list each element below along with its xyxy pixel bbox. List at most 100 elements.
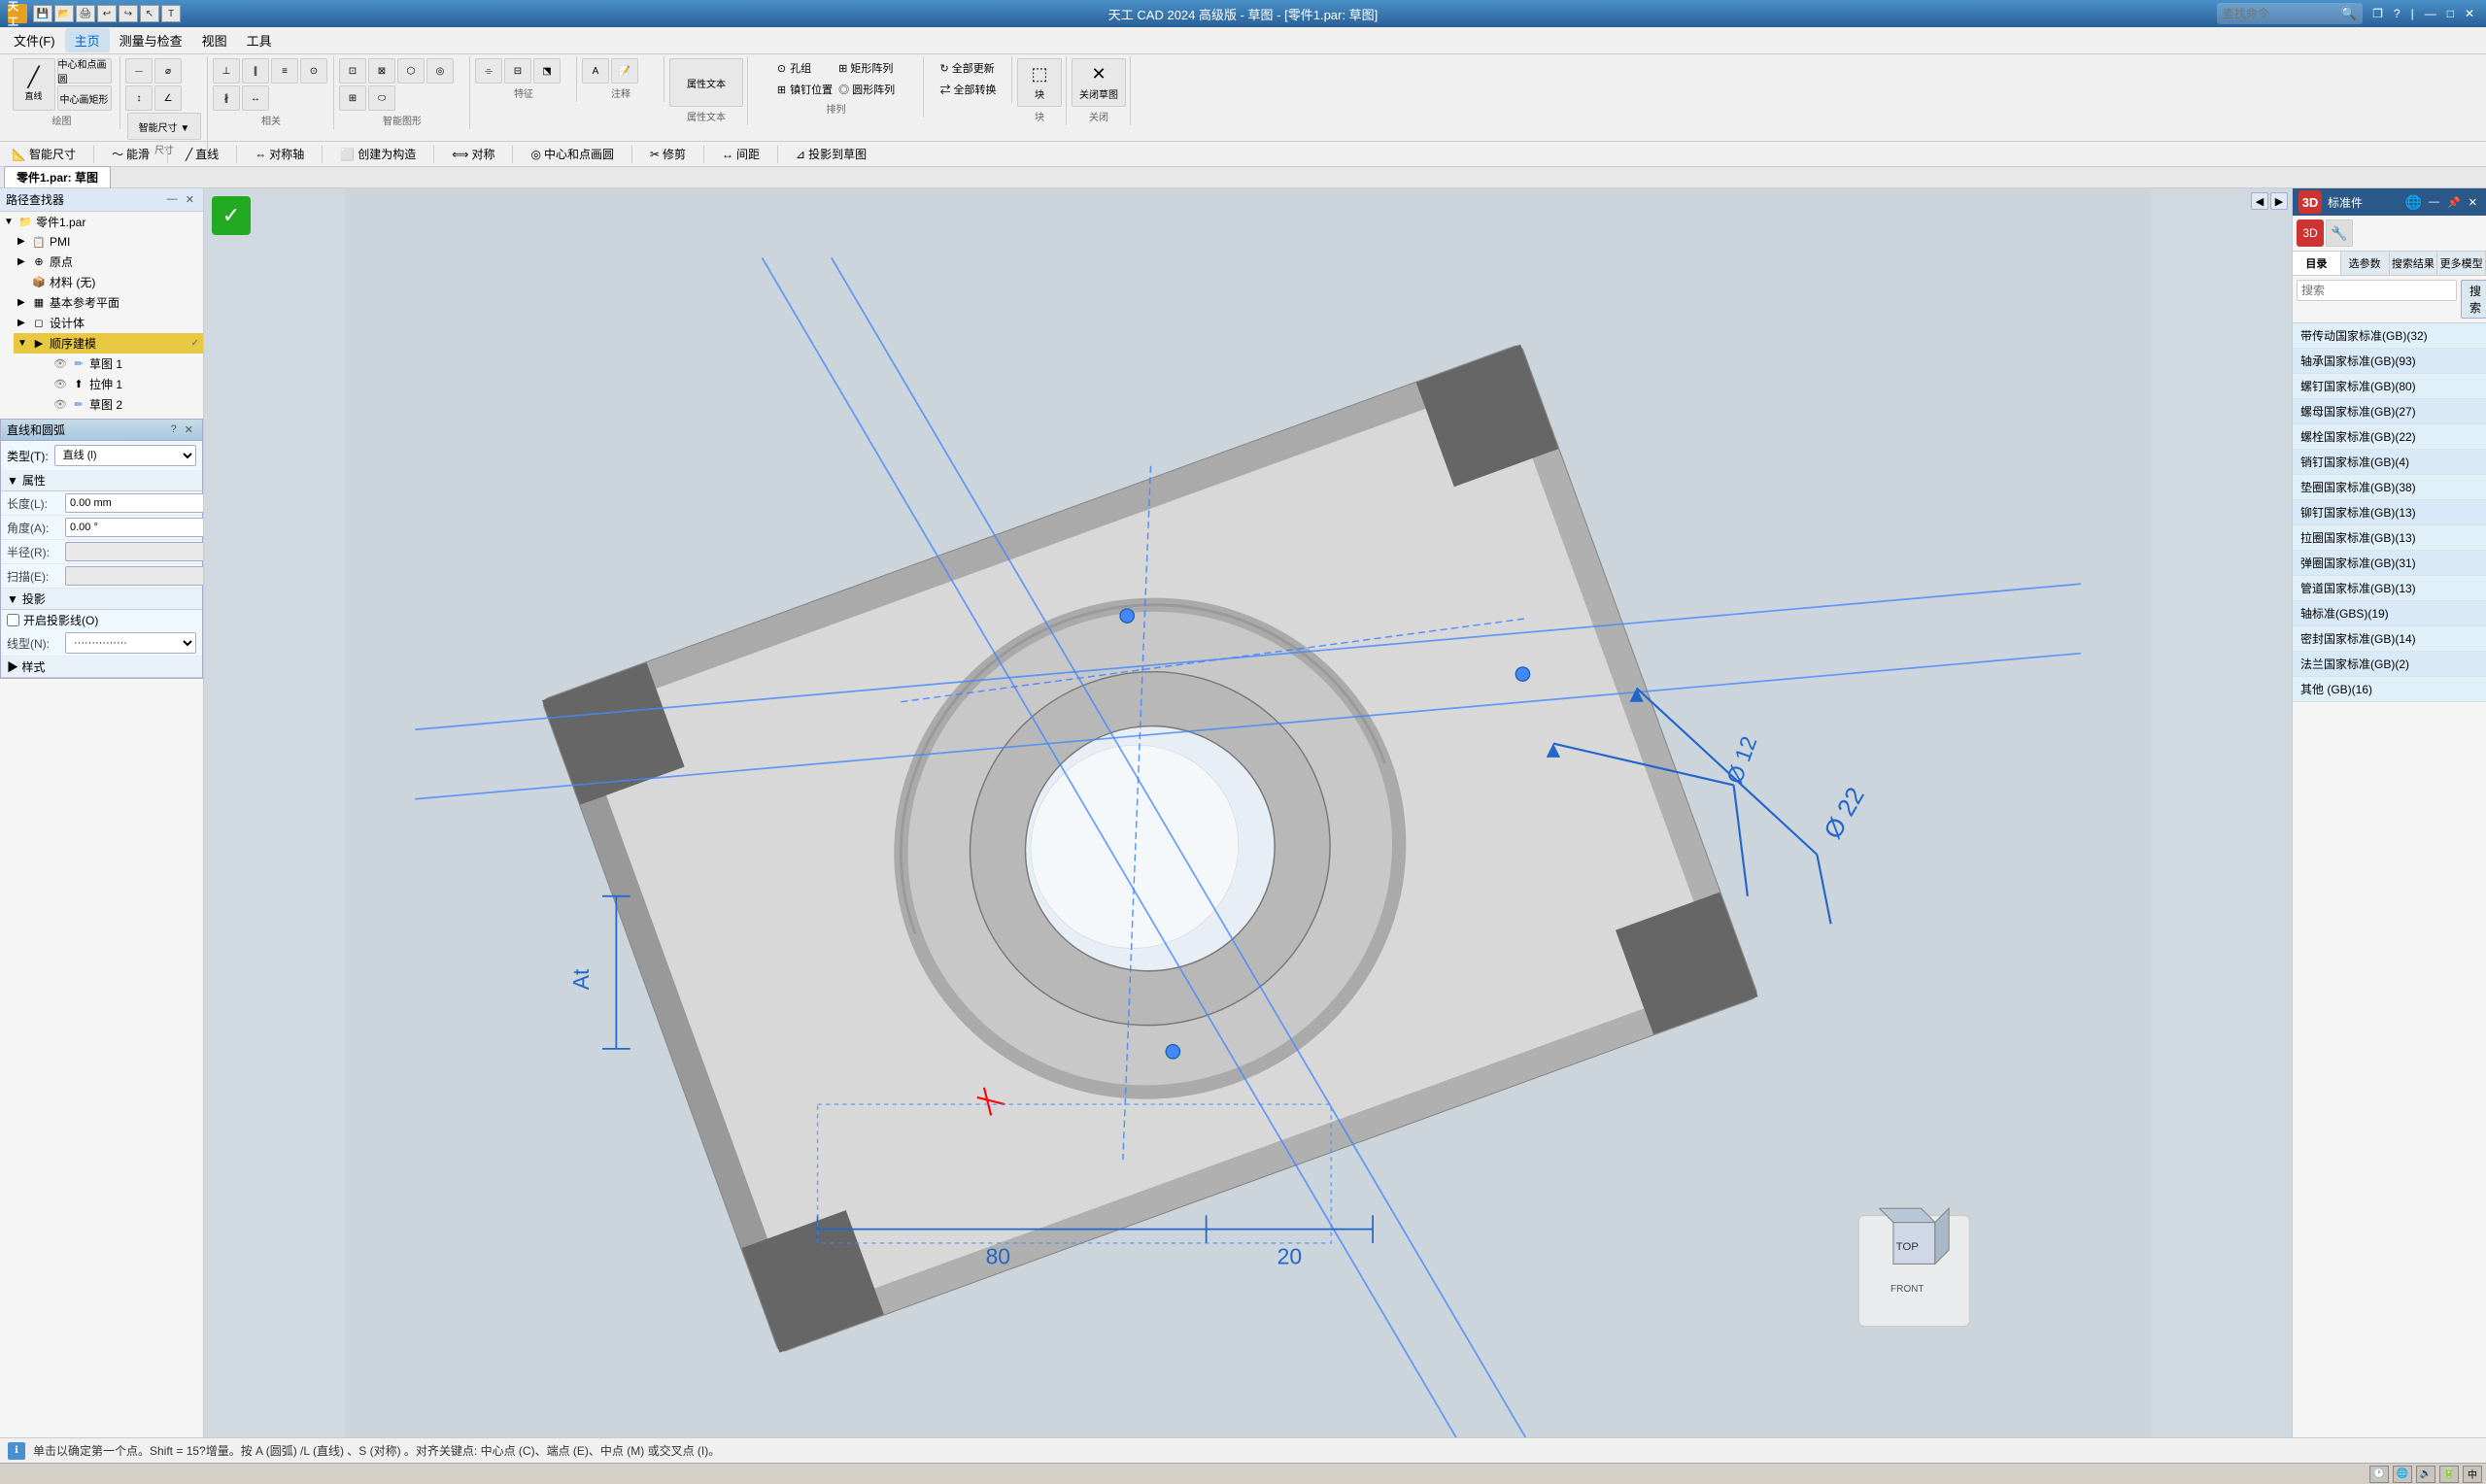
right-close-btn[interactable]: ✕: [2466, 195, 2480, 210]
tree-pmi[interactable]: ▶ 📋 PMI: [14, 232, 203, 252]
tb2-construct[interactable]: ⬜ 创建为构造: [334, 144, 422, 164]
quick-print-btn[interactable]: 🖨: [76, 5, 95, 22]
tree-sketch1[interactable]: 👁 ✏ 草图 1: [0, 354, 203, 374]
tb2-circle2[interactable]: ◎ 中心和点画圆: [525, 144, 620, 164]
lib-item-2[interactable]: 螺钉国家标准(GB)(80): [2293, 374, 2486, 399]
tb2-line[interactable]: ╱ 直线: [180, 144, 224, 164]
tree-material[interactable]: 📦 材料 (无): [14, 272, 203, 292]
lib-item-6[interactable]: 垫圈国家标准(GB)(38): [2293, 475, 2486, 500]
tool-rel1[interactable]: ⊥: [213, 58, 240, 84]
tool-feat3[interactable]: ⬔: [533, 58, 561, 84]
tb2-project[interactable]: ⊿ 投影到草图: [790, 144, 872, 164]
proj-section[interactable]: ▼ 投影: [1, 589, 202, 610]
lib-search-btn[interactable]: 搜索: [2461, 280, 2486, 319]
origin-expand[interactable]: ▶: [17, 256, 29, 268]
tb2-spacing[interactable]: ↔ 间距: [716, 144, 766, 164]
sketch-tab[interactable]: 零件1.par: 草图: [4, 166, 111, 187]
nav-next-btn[interactable]: ▶: [2270, 192, 2288, 210]
tool-rel3[interactable]: ≡: [271, 58, 298, 84]
lib-item-12[interactable]: 密封国家标准(GB)(14): [2293, 626, 2486, 652]
style-expand[interactable]: ▶: [7, 660, 18, 674]
tree-sketch2[interactable]: 👁 ✏ 草图 2: [0, 394, 203, 415]
restore-btn[interactable]: ❐: [2368, 7, 2387, 20]
viewport[interactable]: ✓ ◀ ▶: [204, 188, 2292, 1437]
dialog-help-btn[interactable]: ?: [168, 422, 180, 437]
tab-catalog[interactable]: 目录: [2293, 252, 2341, 275]
material-expand[interactable]: [17, 277, 29, 288]
tool-smart4[interactable]: ◎: [426, 58, 454, 84]
close-sketch-btn[interactable]: ✕ 关闭草图: [1072, 58, 1126, 107]
tool-smart2[interactable]: ⊠: [368, 58, 395, 84]
lib-search-input[interactable]: [2297, 280, 2457, 301]
tree-ref-planes[interactable]: ▶ ▦ 基本参考平面: [14, 292, 203, 313]
cad-canvas[interactable]: Ø 22 Ø 12 80 20 At: [204, 188, 2292, 1437]
proj-checkbox-label[interactable]: 开启投影线(O): [7, 612, 98, 628]
minimize-btn[interactable]: —: [2421, 7, 2440, 20]
tool-dim2[interactable]: ⌀: [154, 58, 182, 84]
command-search-input[interactable]: [2223, 5, 2339, 22]
tab-results[interactable]: 搜索结果: [2390, 252, 2438, 275]
tool-smart1[interactable]: ⊡: [339, 58, 366, 84]
tool-dim1[interactable]: ⏤: [125, 58, 153, 84]
lib-item-0[interactable]: 带传动国家标准(GB)(32): [2293, 323, 2486, 349]
proj-checkbox[interactable]: [7, 614, 19, 626]
angle-input[interactable]: [65, 518, 204, 537]
tool-smart3[interactable]: ⬡: [397, 58, 425, 84]
nav-prev-btn[interactable]: ◀: [2251, 192, 2268, 210]
quick-open-btn[interactable]: 📂: [54, 5, 74, 22]
lib-item-4[interactable]: 螺栓国家标准(GB)(22): [2293, 424, 2486, 450]
panel-close-btn[interactable]: ✕: [183, 192, 197, 207]
help-btn[interactable]: ?: [2390, 7, 2404, 20]
orderedmodel-expand[interactable]: ▼: [17, 338, 29, 350]
lib-item-3[interactable]: 螺母国家标准(GB)(27): [2293, 399, 2486, 424]
quick-cursor-btn[interactable]: ↖: [140, 5, 159, 22]
tb2-symmetry[interactable]: ⇔ 对称轴: [249, 144, 310, 164]
attrs-section[interactable]: ▼ 属性: [1, 470, 202, 491]
tree-extrude1[interactable]: 👁 ⬆ 拉伸 1: [0, 374, 203, 394]
menu-view[interactable]: 视图: [192, 28, 237, 52]
panel-minimize-btn[interactable]: —: [164, 192, 181, 207]
tree-ordered-model[interactable]: ▼ ▶ 顺序建模 ✓: [14, 333, 203, 354]
attrs-expand[interactable]: ▼: [7, 474, 18, 488]
tool-dim4[interactable]: ∠: [154, 85, 182, 111]
tool-center-circle-btn[interactable]: 中心和点画圆: [57, 58, 112, 84]
lib-item-5[interactable]: 销钉国家标准(GB)(4): [2293, 450, 2486, 475]
dialog-close-btn[interactable]: ✕: [182, 422, 196, 437]
tool-rel6[interactable]: ↔: [242, 85, 269, 111]
tb2-sym2[interactable]: ⟺ 对称: [446, 144, 500, 164]
menu-home[interactable]: 主页: [65, 28, 110, 52]
tool-center-rect-btn[interactable]: 中心画矩形: [57, 85, 112, 111]
lib-item-1[interactable]: 轴承国家标准(GB)(93): [2293, 349, 2486, 374]
tab-more[interactable]: 更多模型: [2437, 252, 2486, 275]
tree-origin[interactable]: ▶ ⊕ 原点: [14, 252, 203, 272]
lib-item-8[interactable]: 拉圈国家标准(GB)(13): [2293, 525, 2486, 551]
tool-feat2[interactable]: ⊟: [504, 58, 531, 84]
pmi-expand[interactable]: ▶: [17, 236, 29, 248]
menu-measure[interactable]: 测量与检查: [110, 28, 192, 52]
search-icon[interactable]: 🔍: [2341, 6, 2357, 21]
sys-lang[interactable]: 中: [2463, 1466, 2482, 1483]
wrench-icon-btn[interactable]: 🔧: [2326, 219, 2353, 247]
tb2-trim[interactable]: ✂ 修剪: [644, 144, 692, 164]
linetype-select[interactable]: ···············: [65, 632, 196, 654]
tb2-smooth[interactable]: 〜 能滑: [106, 144, 155, 164]
tool-rel4[interactable]: ⊙: [300, 58, 327, 84]
sketch2-expand[interactable]: [39, 399, 51, 411]
proj-expand[interactable]: ▼: [7, 592, 18, 606]
menu-file[interactable]: 文件(F): [4, 28, 65, 52]
update-all-btn[interactable]: ↻ 全部更新: [937, 58, 998, 78]
tree-root[interactable]: ▼ 📁 零件1.par: [0, 212, 203, 232]
tool-smart6[interactable]: ⬭: [368, 85, 395, 111]
lib-item-14[interactable]: 其他 (GB)(16): [2293, 677, 2486, 702]
lib-item-10[interactable]: 管道国家标准(GB)(13): [2293, 576, 2486, 601]
lib-item-13[interactable]: 法兰国家标准(GB)(2): [2293, 652, 2486, 677]
tool-anno2[interactable]: 📝: [611, 58, 638, 84]
3d-icon-btn[interactable]: 3D: [2297, 219, 2324, 247]
length-input[interactable]: [65, 493, 204, 513]
tb2-smartdim[interactable]: 📐 智能尺寸: [6, 144, 82, 164]
lib-item-9[interactable]: 弹圈国家标准(GB)(31): [2293, 551, 2486, 576]
tool-rel5[interactable]: ∦: [213, 85, 240, 111]
lib-item-11[interactable]: 轴标准(GBS)(19): [2293, 601, 2486, 626]
style-section[interactable]: ▶ 样式: [1, 657, 202, 678]
close-btn[interactable]: ✕: [2461, 7, 2478, 20]
